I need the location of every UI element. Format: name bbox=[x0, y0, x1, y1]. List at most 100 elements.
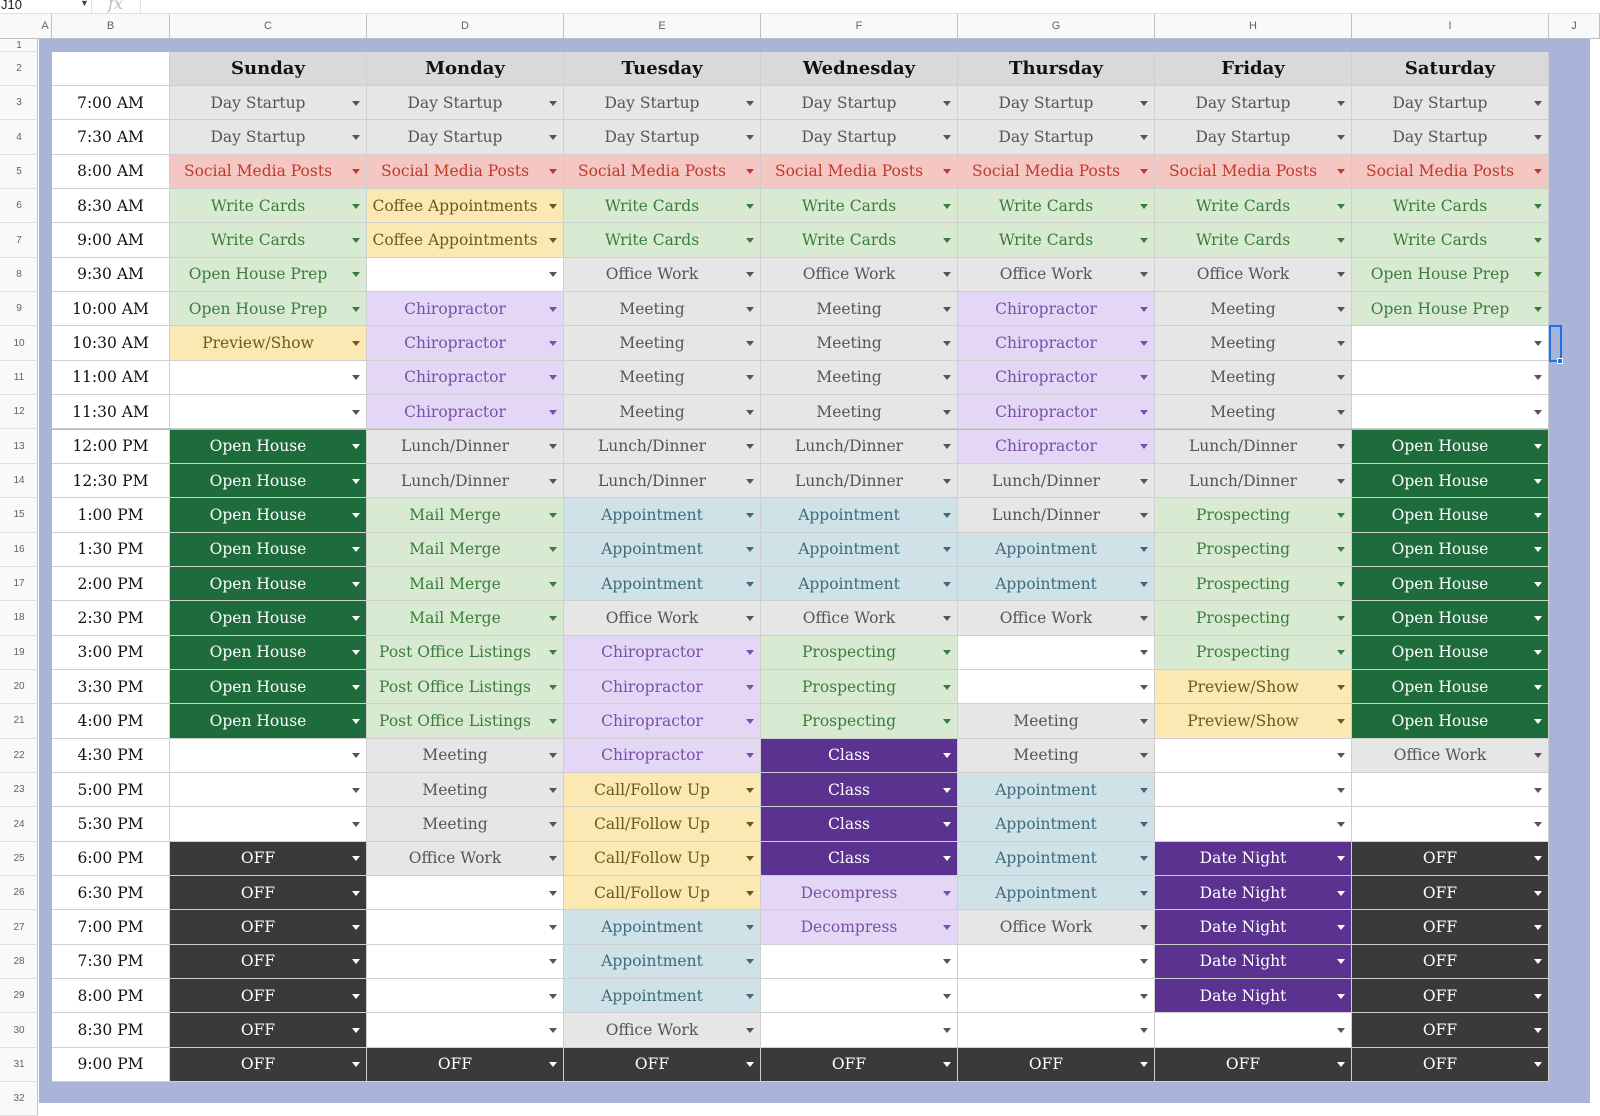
time-slot-label[interactable]: 12:00 PM bbox=[52, 429, 170, 464]
schedule-cell[interactable]: Appointment bbox=[761, 566, 958, 602]
schedule-cell[interactable]: Write Cards bbox=[1155, 223, 1352, 258]
row-header-3[interactable]: 3 bbox=[0, 86, 38, 121]
dropdown-arrow-icon[interactable] bbox=[1534, 135, 1542, 141]
schedule-cell[interactable]: Open House bbox=[170, 635, 367, 670]
schedule-cell[interactable]: Lunch/Dinner bbox=[761, 463, 958, 499]
dropdown-arrow-icon[interactable] bbox=[943, 787, 951, 793]
column-header-g[interactable]: G bbox=[958, 14, 1155, 39]
dropdown-arrow-icon[interactable] bbox=[1337, 856, 1345, 862]
schedule-cell[interactable] bbox=[761, 979, 958, 1014]
dropdown-arrow-icon[interactable] bbox=[1140, 684, 1148, 690]
schedule-cell[interactable]: Coffee Appointments bbox=[367, 223, 564, 258]
dropdown-arrow-icon[interactable] bbox=[1140, 787, 1148, 793]
schedule-cell[interactable]: OFF bbox=[170, 841, 367, 877]
dropdown-arrow-icon[interactable] bbox=[549, 135, 557, 141]
dropdown-arrow-icon[interactable] bbox=[1337, 135, 1345, 141]
time-slot-label[interactable]: 1:00 PM bbox=[52, 498, 170, 533]
dropdown-arrow-icon[interactable] bbox=[1140, 444, 1148, 450]
day-header-sunday[interactable]: Sunday bbox=[170, 52, 367, 86]
time-slot-label[interactable]: 9:00 AM bbox=[52, 223, 170, 258]
schedule-cell[interactable]: Meeting bbox=[367, 738, 564, 773]
schedule-cell[interactable]: Meeting bbox=[1155, 326, 1352, 361]
time-slot-label[interactable]: 2:30 PM bbox=[52, 601, 170, 636]
dropdown-arrow-icon[interactable] bbox=[943, 409, 951, 415]
dropdown-arrow-icon[interactable] bbox=[1140, 341, 1148, 347]
row-header-18[interactable]: 18 bbox=[0, 601, 38, 636]
schedule-cell[interactable]: Social Media Posts bbox=[761, 154, 958, 190]
schedule-cell[interactable]: OFF bbox=[170, 979, 367, 1014]
dropdown-arrow-icon[interactable] bbox=[746, 650, 754, 656]
dropdown-arrow-icon[interactable] bbox=[549, 650, 557, 656]
row-header-20[interactable]: 20 bbox=[0, 670, 38, 705]
schedule-cell[interactable]: Meeting bbox=[761, 395, 958, 430]
schedule-cell[interactable]: Day Startup bbox=[761, 120, 958, 155]
schedule-cell[interactable] bbox=[958, 669, 1155, 705]
dropdown-arrow-icon[interactable] bbox=[1337, 787, 1345, 793]
schedule-cell[interactable] bbox=[1155, 738, 1352, 773]
dropdown-arrow-icon[interactable] bbox=[746, 822, 754, 828]
dropdown-arrow-icon[interactable] bbox=[746, 512, 754, 518]
dropdown-arrow-icon[interactable] bbox=[549, 547, 557, 553]
schedule-cell[interactable]: Open House bbox=[1352, 532, 1549, 567]
schedule-cell[interactable]: Appointment bbox=[564, 910, 761, 945]
row-header-4[interactable]: 4 bbox=[0, 120, 38, 155]
dropdown-arrow-icon[interactable] bbox=[1337, 650, 1345, 656]
schedule-cell[interactable]: Mail Merge bbox=[367, 601, 564, 636]
dropdown-arrow-icon[interactable] bbox=[943, 1028, 951, 1034]
schedule-cell[interactable]: Open House bbox=[170, 704, 367, 739]
dropdown-arrow-icon[interactable] bbox=[549, 684, 557, 690]
schedule-cell[interactable]: Lunch/Dinner bbox=[761, 429, 958, 464]
dropdown-arrow-icon[interactable] bbox=[352, 238, 360, 244]
dropdown-arrow-icon[interactable] bbox=[549, 203, 557, 209]
dropdown-arrow-icon[interactable] bbox=[1534, 169, 1542, 175]
row-header-8[interactable]: 8 bbox=[0, 258, 38, 293]
schedule-cell[interactable]: Write Cards bbox=[761, 223, 958, 258]
dropdown-arrow-icon[interactable] bbox=[1140, 100, 1148, 106]
dropdown-arrow-icon[interactable] bbox=[1534, 581, 1542, 587]
dropdown-arrow-icon[interactable] bbox=[352, 787, 360, 793]
schedule-cell[interactable]: Appointment bbox=[958, 773, 1155, 808]
day-header-thursday[interactable]: Thursday bbox=[958, 52, 1155, 86]
dropdown-arrow-icon[interactable] bbox=[352, 203, 360, 209]
schedule-cell[interactable]: Appointment bbox=[761, 532, 958, 567]
row-header-26[interactable]: 26 bbox=[0, 876, 38, 911]
dropdown-arrow-icon[interactable] bbox=[943, 615, 951, 621]
dropdown-arrow-icon[interactable] bbox=[746, 203, 754, 209]
schedule-cell[interactable]: Lunch/Dinner bbox=[958, 463, 1155, 499]
time-slot-label[interactable]: 3:00 PM bbox=[52, 635, 170, 670]
schedule-cell[interactable]: Prospecting bbox=[1155, 532, 1352, 567]
column-header-e[interactable]: E bbox=[564, 14, 761, 39]
dropdown-arrow-icon[interactable] bbox=[746, 341, 754, 347]
schedule-cell[interactable]: OFF bbox=[170, 910, 367, 945]
dropdown-arrow-icon[interactable] bbox=[1534, 787, 1542, 793]
dropdown-arrow-icon[interactable] bbox=[1337, 581, 1345, 587]
time-slot-label[interactable]: 6:30 PM bbox=[52, 876, 170, 911]
time-slot-label[interactable]: 11:30 AM bbox=[52, 395, 170, 430]
dropdown-arrow-icon[interactable] bbox=[1140, 753, 1148, 759]
schedule-cell[interactable]: Appointment bbox=[564, 979, 761, 1014]
schedule-cell[interactable]: Chiropractor bbox=[564, 738, 761, 773]
schedule-cell[interactable]: Open House bbox=[170, 532, 367, 567]
schedule-cell[interactable] bbox=[1352, 360, 1549, 396]
schedule-cell[interactable]: Date Night bbox=[1155, 979, 1352, 1014]
time-slot-label[interactable]: 7:30 AM bbox=[52, 120, 170, 155]
day-header-monday[interactable]: Monday bbox=[367, 52, 564, 86]
schedule-cell[interactable]: Chiropractor bbox=[564, 669, 761, 705]
schedule-cell[interactable]: Call/Follow Up bbox=[564, 841, 761, 877]
dropdown-arrow-icon[interactable] bbox=[943, 993, 951, 999]
dropdown-arrow-icon[interactable] bbox=[549, 856, 557, 862]
schedule-cell[interactable]: Coffee Appointments bbox=[367, 189, 564, 224]
dropdown-arrow-icon[interactable] bbox=[1534, 890, 1542, 896]
dropdown-arrow-icon[interactable] bbox=[943, 959, 951, 965]
dropdown-arrow-icon[interactable] bbox=[943, 238, 951, 244]
dropdown-arrow-icon[interactable] bbox=[1140, 203, 1148, 209]
time-slot-label[interactable]: 11:00 AM bbox=[52, 360, 170, 396]
row-header-16[interactable]: 16 bbox=[0, 533, 38, 567]
dropdown-arrow-icon[interactable] bbox=[352, 890, 360, 896]
dropdown-arrow-icon[interactable] bbox=[1140, 1062, 1148, 1068]
schedule-cell[interactable]: Office Work bbox=[958, 257, 1155, 293]
dropdown-arrow-icon[interactable] bbox=[943, 581, 951, 587]
schedule-cell[interactable]: OFF bbox=[170, 944, 367, 980]
column-header-j[interactable]: J bbox=[1549, 14, 1600, 39]
dropdown-arrow-icon[interactable] bbox=[746, 375, 754, 381]
